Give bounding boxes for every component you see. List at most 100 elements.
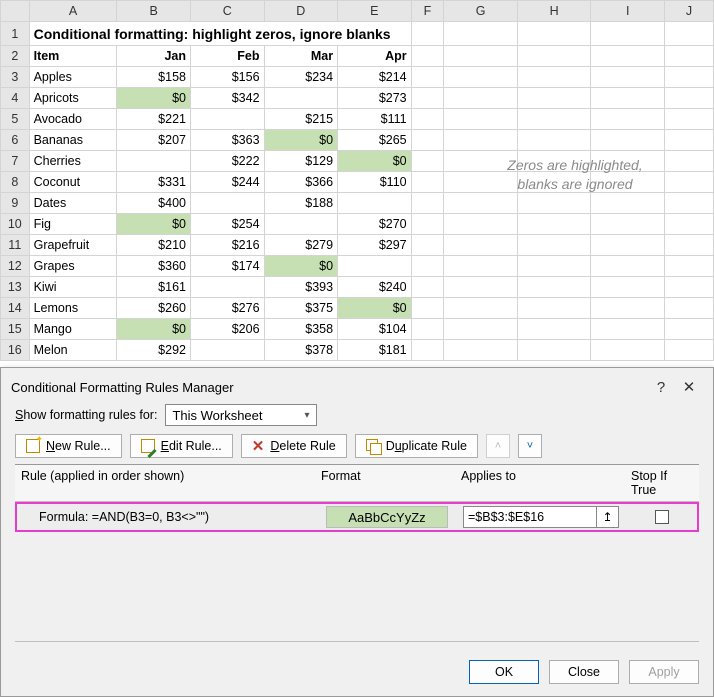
value-cell[interactable]: $0	[264, 130, 338, 151]
cell[interactable]	[444, 319, 518, 340]
value-cell[interactable]: $378	[264, 340, 338, 361]
cell[interactable]	[591, 130, 665, 151]
ok-button[interactable]: OK	[469, 660, 539, 684]
cell[interactable]	[664, 214, 713, 235]
value-cell[interactable]: $279	[264, 235, 338, 256]
value-cell[interactable]	[338, 193, 412, 214]
value-cell[interactable]	[338, 256, 412, 277]
cell[interactable]	[664, 130, 713, 151]
value-cell[interactable]: $260	[117, 298, 191, 319]
cell[interactable]	[411, 88, 444, 109]
title-cell[interactable]: Conditional formatting: highlight zeros,…	[29, 22, 411, 46]
cell[interactable]	[591, 151, 665, 172]
value-cell[interactable]	[264, 214, 338, 235]
value-cell[interactable]: $207	[117, 130, 191, 151]
value-cell[interactable]: $342	[190, 88, 264, 109]
value-cell[interactable]	[190, 109, 264, 130]
cell[interactable]	[664, 88, 713, 109]
rule-list-item[interactable]: Formula: =AND(B3=0, B3<>"") AaBbCcYyZz =…	[15, 502, 699, 532]
item-cell[interactable]: Fig	[29, 214, 117, 235]
row-header[interactable]: 11	[1, 235, 30, 256]
cell[interactable]	[591, 277, 665, 298]
cell[interactable]	[591, 67, 665, 88]
cell[interactable]	[591, 256, 665, 277]
header-month[interactable]: Mar	[264, 46, 338, 67]
row-header[interactable]: 6	[1, 130, 30, 151]
value-cell[interactable]: $104	[338, 319, 412, 340]
cell[interactable]	[444, 130, 518, 151]
item-cell[interactable]: Grapefruit	[29, 235, 117, 256]
row-header[interactable]: 10	[1, 214, 30, 235]
item-cell[interactable]: Lemons	[29, 298, 117, 319]
cell[interactable]	[517, 172, 591, 193]
cell[interactable]	[591, 172, 665, 193]
value-cell[interactable]: $331	[117, 172, 191, 193]
cell[interactable]	[664, 109, 713, 130]
value-cell[interactable]: $270	[338, 214, 412, 235]
item-cell[interactable]: Bananas	[29, 130, 117, 151]
value-cell[interactable]: $0	[117, 214, 191, 235]
move-up-button[interactable]: ˄	[486, 434, 510, 458]
cell[interactable]	[591, 340, 665, 361]
value-cell[interactable]: $210	[117, 235, 191, 256]
cell[interactable]	[411, 172, 444, 193]
cell[interactable]	[517, 193, 591, 214]
row-header[interactable]: 16	[1, 340, 30, 361]
header-month[interactable]: Jan	[117, 46, 191, 67]
value-cell[interactable]: $174	[190, 256, 264, 277]
cell[interactable]	[517, 235, 591, 256]
value-cell[interactable]: $206	[190, 319, 264, 340]
value-cell[interactable]: $181	[338, 340, 412, 361]
row-header[interactable]: 7	[1, 151, 30, 172]
value-cell[interactable]: $188	[264, 193, 338, 214]
value-cell[interactable]: $110	[338, 172, 412, 193]
cell[interactable]	[411, 67, 444, 88]
cell[interactable]	[444, 88, 518, 109]
col-header[interactable]: H	[517, 1, 591, 22]
cell[interactable]	[664, 151, 713, 172]
value-cell[interactable]	[190, 340, 264, 361]
value-cell[interactable]: $375	[264, 298, 338, 319]
value-cell[interactable]: $216	[190, 235, 264, 256]
value-cell[interactable]	[190, 193, 264, 214]
stop-if-true-checkbox[interactable]	[655, 510, 669, 524]
cell[interactable]	[411, 22, 444, 46]
cell[interactable]	[411, 151, 444, 172]
value-cell[interactable]: $215	[264, 109, 338, 130]
value-cell[interactable]: $156	[190, 67, 264, 88]
row-header[interactable]: 12	[1, 256, 30, 277]
cell[interactable]	[444, 277, 518, 298]
value-cell[interactable]: $0	[338, 298, 412, 319]
cell[interactable]	[517, 151, 591, 172]
cell[interactable]	[591, 109, 665, 130]
cell[interactable]	[591, 214, 665, 235]
cell[interactable]	[664, 193, 713, 214]
col-header[interactable]: D	[264, 1, 338, 22]
cell[interactable]	[411, 214, 444, 235]
value-cell[interactable]: $158	[117, 67, 191, 88]
cell[interactable]	[591, 46, 665, 67]
cell[interactable]	[411, 193, 444, 214]
value-cell[interactable]	[264, 88, 338, 109]
cell[interactable]	[411, 298, 444, 319]
cell[interactable]	[517, 256, 591, 277]
value-cell[interactable]: $360	[117, 256, 191, 277]
cell[interactable]	[411, 46, 444, 67]
row-header[interactable]: 13	[1, 277, 30, 298]
value-cell[interactable]: $0	[264, 256, 338, 277]
item-cell[interactable]: Coconut	[29, 172, 117, 193]
row-header[interactable]: 5	[1, 109, 30, 130]
cell[interactable]	[444, 151, 518, 172]
cell[interactable]	[444, 193, 518, 214]
dialog-titlebar[interactable]: Conditional Formatting Rules Manager ? ✕	[1, 368, 713, 402]
cell[interactable]	[664, 256, 713, 277]
edit-rule-button[interactable]: Edit Rule...	[130, 434, 233, 458]
cell[interactable]	[444, 214, 518, 235]
value-cell[interactable]: $0	[117, 88, 191, 109]
cell[interactable]	[591, 88, 665, 109]
cell[interactable]	[591, 193, 665, 214]
cell[interactable]	[664, 319, 713, 340]
item-cell[interactable]: Apples	[29, 67, 117, 88]
cell[interactable]	[517, 130, 591, 151]
item-cell[interactable]: Avocado	[29, 109, 117, 130]
